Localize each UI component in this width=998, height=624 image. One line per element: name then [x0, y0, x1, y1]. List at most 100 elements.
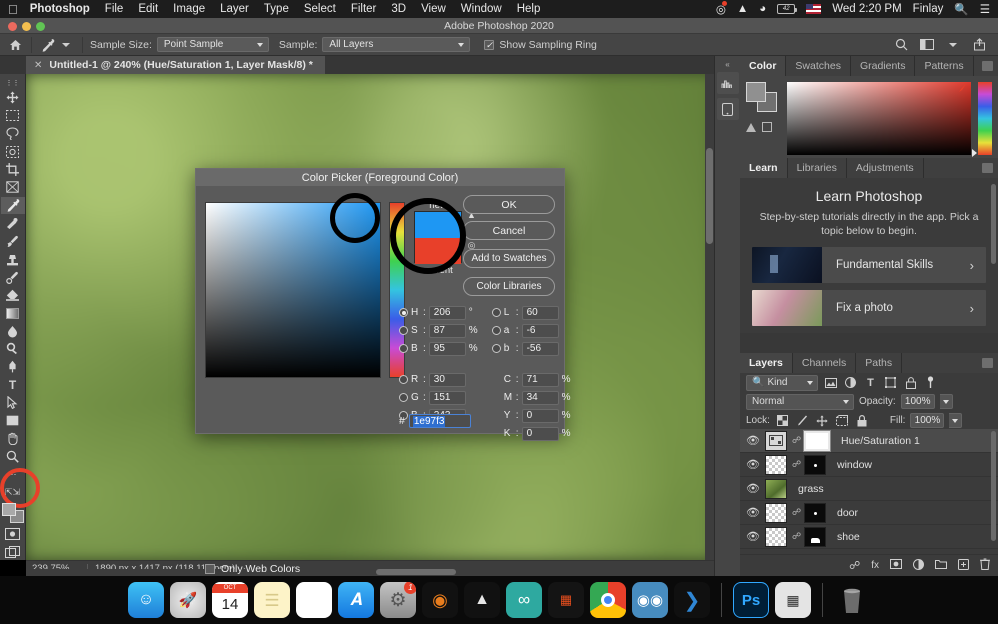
app-store-icon[interactable]: 𝑨: [338, 582, 374, 618]
gradient-tool[interactable]: [1, 305, 25, 322]
menu-item-filter[interactable]: Filter: [351, 3, 377, 15]
trash-icon[interactable]: [834, 582, 870, 618]
document-tab[interactable]: ✕ Untitled-1 @ 240% (Hue/Saturation 1, L…: [26, 56, 325, 74]
adjustment-filter-icon[interactable]: [843, 375, 858, 390]
adjustment-layer-thumbnail[interactable]: [765, 430, 787, 451]
eraser-tool[interactable]: [1, 287, 25, 304]
layer-row-door[interactable]: 👁 ☍ door: [740, 501, 998, 525]
fritzing-icon[interactable]: ▦: [548, 582, 584, 618]
opacity-stepper[interactable]: [939, 394, 953, 409]
hex-input[interactable]: 1e97f3: [408, 414, 471, 428]
layer-row-grass[interactable]: 👁 grass: [740, 477, 998, 501]
layer-row-hue-saturation-1[interactable]: 👁 ☍ Hue/Saturation 1: [740, 429, 998, 453]
tab-learn[interactable]: Learn: [740, 158, 788, 178]
type-filter-icon[interactable]: T: [863, 375, 878, 390]
link-layers-icon[interactable]: ☍: [849, 559, 860, 572]
foreground-color-swatch[interactable]: [1, 503, 16, 517]
vscode-icon[interactable]: ❯: [674, 582, 710, 618]
workspace-chevron-down-icon[interactable]: [944, 36, 962, 54]
panel-drag-handle[interactable]: ⋮⋮: [1, 78, 25, 88]
layer-name[interactable]: shoe: [831, 531, 860, 543]
smart-object-filter-icon[interactable]: [903, 375, 918, 390]
link-icon[interactable]: ☍: [792, 531, 801, 542]
input-g[interactable]: 151: [428, 390, 466, 405]
panel-menu-icon[interactable]: [982, 163, 993, 173]
link-icon[interactable]: ☍: [792, 435, 801, 446]
tab-gradients[interactable]: Gradients: [850, 56, 916, 76]
workspace-icon[interactable]: [918, 36, 936, 54]
hand-tool[interactable]: [1, 430, 25, 447]
foreground-swatch[interactable]: [746, 82, 766, 102]
menu-item-window[interactable]: Window: [461, 3, 502, 15]
layer-name[interactable]: door: [831, 507, 858, 519]
rectangle-tool[interactable]: [1, 412, 25, 429]
input-r[interactable]: 30: [428, 372, 466, 387]
shape-filter-icon[interactable]: [883, 375, 898, 390]
layer-name[interactable]: grass: [792, 483, 824, 495]
current-color-swatch[interactable]: [415, 238, 461, 264]
input-c[interactable]: 71: [521, 372, 559, 387]
tab-layers[interactable]: Layers: [740, 353, 793, 373]
menu-item-image[interactable]: Image: [173, 3, 205, 15]
radio-r[interactable]: [399, 375, 408, 384]
battery-icon[interactable]: 42: [777, 4, 798, 14]
us-flag-icon[interactable]: [806, 4, 822, 14]
inkscape-icon[interactable]: ▲: [464, 582, 500, 618]
layer-list-scrollbar[interactable]: [991, 431, 996, 541]
tab-channels[interactable]: Channels: [792, 353, 857, 373]
close-window-button[interactable]: [8, 21, 17, 31]
learn-card-fix-a-photo[interactable]: Fix a photo ›: [752, 290, 986, 326]
notes-icon[interactable]: ☰: [254, 582, 290, 618]
cancel-button[interactable]: Cancel: [463, 221, 555, 240]
home-icon[interactable]: [6, 36, 24, 54]
only-web-colors-checkbox[interactable]: Only Web Colors: [205, 563, 300, 575]
spot-healing-tool[interactable]: [1, 215, 25, 232]
lock-all-icon[interactable]: [855, 413, 870, 428]
zoom-tool[interactable]: [1, 448, 25, 465]
delete-layer-icon[interactable]: [980, 558, 990, 573]
field-l[interactable]: L : 60: [491, 305, 571, 320]
panel-menu-icon[interactable]: [982, 358, 993, 368]
layer-row-shoe[interactable]: 👁 ☍ shoe: [740, 525, 998, 549]
color-picker-saturation-brightness-field[interactable]: [205, 202, 381, 378]
web-safe-icon[interactable]: [762, 122, 772, 132]
field-y[interactable]: Y : 0 %: [492, 408, 571, 423]
lock-position-icon[interactable]: [815, 413, 830, 428]
finder-icon[interactable]: ☺: [128, 582, 164, 618]
blend-mode-select[interactable]: Normal: [746, 393, 854, 410]
link-icon[interactable]: ☍: [792, 459, 801, 470]
layer-style-icon[interactable]: fx: [871, 560, 879, 571]
input-m[interactable]: 34: [521, 390, 559, 405]
default-colors-icon[interactable]: ⇱⇲: [1, 484, 25, 501]
opacity-value[interactable]: 100%: [900, 394, 935, 409]
new-group-icon[interactable]: [935, 559, 947, 572]
chrome-icon[interactable]: [590, 582, 626, 618]
calendar-icon[interactable]: OCT 14: [212, 582, 248, 618]
radio-h[interactable]: [399, 308, 408, 317]
field-g[interactable]: G : 151: [399, 390, 478, 405]
layer-filter-kind-select[interactable]: 🔍 Kind: [746, 374, 818, 391]
foreground-background-swatch[interactable]: [1, 502, 25, 524]
color-panel-hue-bar[interactable]: [972, 82, 992, 157]
screen-mode-icon[interactable]: [1, 543, 25, 560]
field-b-brightness[interactable]: B : 95 %: [399, 341, 478, 356]
field-lab-b[interactable]: b : -56: [491, 341, 571, 356]
menu-item-file[interactable]: File: [105, 3, 124, 15]
input-a[interactable]: -6: [521, 323, 559, 338]
layer-row-window[interactable]: 👁 ☍ window: [740, 453, 998, 477]
scrollbar-thumb-h[interactable]: [376, 569, 456, 575]
dropbox-icon[interactable]: ▲: [737, 3, 748, 15]
eyedropper-tool-icon[interactable]: [39, 36, 57, 54]
lock-image-icon[interactable]: [795, 413, 810, 428]
layer-mask-thumbnail[interactable]: [803, 429, 831, 452]
tab-paths[interactable]: Paths: [856, 353, 903, 373]
minimize-window-button[interactable]: [22, 21, 31, 31]
radio-g[interactable]: [399, 393, 408, 402]
new-layer-icon[interactable]: [958, 558, 969, 573]
layer-thumbnail[interactable]: [765, 478, 787, 499]
type-tool[interactable]: T: [1, 376, 25, 393]
histogram-icon[interactable]: [716, 72, 739, 94]
hex-field-row[interactable]: # 1e97f3: [399, 414, 471, 428]
brush-tool[interactable]: [1, 233, 25, 250]
object-selection-tool[interactable]: [1, 143, 25, 160]
